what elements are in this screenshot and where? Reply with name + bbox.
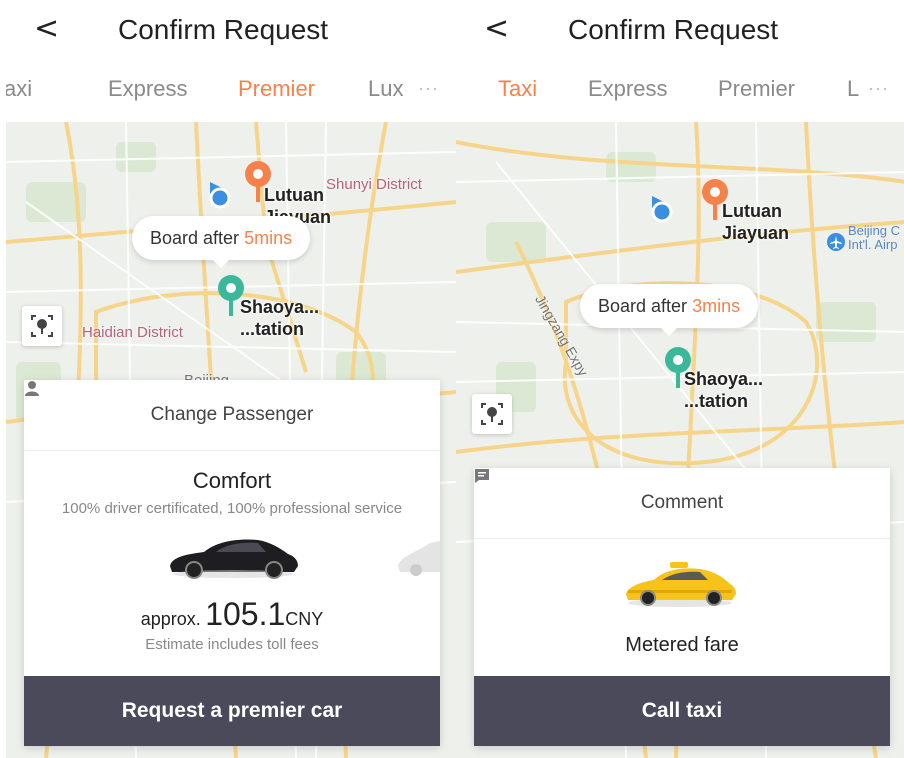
taxi-card: Comment Metered fare Call taxi (474, 468, 890, 746)
tab-taxi[interactable]: Taxi (498, 76, 537, 102)
car-class-description: 100% driver certificated, 100% professio… (61, 500, 403, 517)
comment-label: Comment (640, 492, 724, 513)
pickup-label: Shaoya... ...tation (684, 369, 764, 411)
tab-express[interactable]: Express (108, 76, 187, 102)
tab-express[interactable]: Express (588, 76, 667, 102)
header: < Confirm Request (456, 0, 904, 60)
comment-button[interactable]: Comment (474, 468, 890, 539)
tabs-more-icon[interactable]: ··· (418, 78, 439, 99)
district-label-haidian: Haidian District (82, 324, 183, 341)
fare-label: Metered fare (625, 634, 739, 656)
call-taxi-button[interactable]: Call taxi (474, 676, 890, 746)
back-button[interactable]: < (34, 12, 59, 46)
map[interactable]: Shunyi District Haidian District Beijing… (6, 122, 456, 758)
district-label-shunyi: Shunyi District (326, 176, 422, 193)
recenter-button[interactable] (22, 306, 62, 346)
user-location-icon (651, 196, 673, 223)
page-title: Confirm Request (568, 14, 779, 45)
comment-icon (475, 469, 489, 483)
taxi-screen: < Confirm Request Taxi Express Premier L… (456, 0, 904, 758)
black-sedan-icon (170, 539, 298, 579)
airport-label: Beijing C Int'l. Airp (848, 223, 901, 252)
back-button[interactable]: < (484, 12, 509, 46)
destination-label: Lutuan Jiayuan (722, 201, 790, 243)
recenter-icon (31, 315, 53, 337)
request-premier-button[interactable]: Request a premier car (24, 676, 440, 746)
board-time-bubble: Board after 3mins (580, 284, 759, 336)
ride-options-card: Change Passenger Comfort 100% driver cer… (24, 380, 440, 746)
car-type-tabs: Taxi Express Premier L ··· (456, 70, 904, 114)
pickup-label: Shaoya... ...tation (240, 297, 320, 339)
car-class-title: Comfort (192, 468, 272, 493)
airport-icon (827, 233, 845, 251)
tab-lux[interactable]: L (847, 76, 859, 102)
user-location-icon (209, 182, 231, 209)
change-passenger-label: Change Passenger (150, 404, 314, 425)
tab-lux[interactable]: Lux (368, 76, 403, 102)
tab-premier[interactable]: Premier (238, 76, 315, 102)
white-car-icon (398, 541, 440, 576)
taxi-car-icon (626, 562, 736, 607)
car-type-tabs: Taxi Express Premier Lux ··· (6, 70, 456, 114)
recenter-icon (481, 403, 503, 425)
price-estimate: approx. 105.1CNY (140, 596, 324, 632)
header: < Confirm Request (6, 0, 456, 60)
tab-taxi[interactable]: Taxi (6, 76, 32, 102)
tabs-more-icon[interactable]: ··· (868, 78, 889, 99)
person-icon (25, 381, 39, 396)
price-note: Estimate includes toll fees (145, 636, 319, 653)
map[interactable]: Jingzang Expy Beijing C Int'l. Airp Lutu… (456, 122, 904, 758)
page-title: Confirm Request (118, 14, 329, 45)
recenter-button[interactable] (472, 394, 512, 434)
premier-screen: < Confirm Request Taxi Express Premier L… (6, 0, 456, 758)
board-time-bubble: Board after 5mins (132, 216, 311, 268)
tab-premier[interactable]: Premier (718, 76, 795, 102)
change-passenger-button[interactable]: Change Passenger (24, 380, 440, 451)
